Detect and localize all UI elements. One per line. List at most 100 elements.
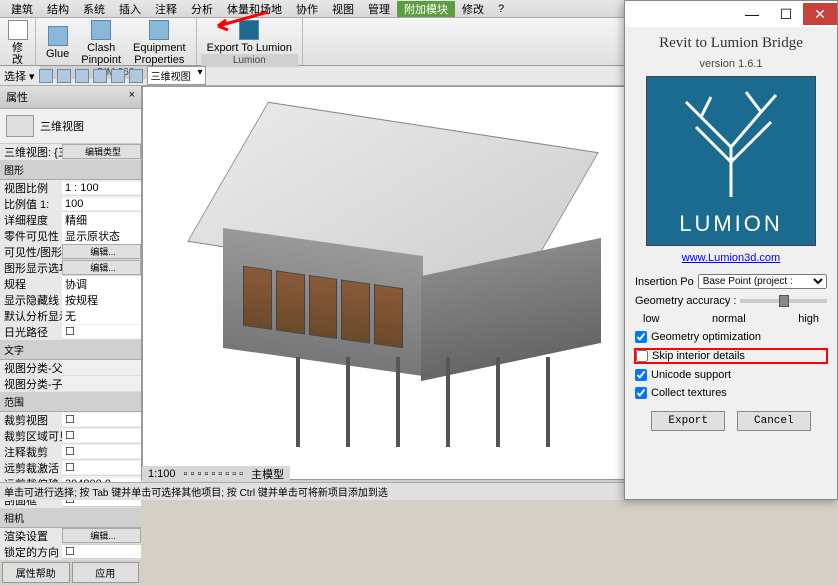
prop-value[interactable]: ☐ [62,461,141,474]
dialog-version: version 1.6.1 [700,58,763,70]
unicode-checkbox[interactable]: Unicode support [635,369,827,381]
prop-value[interactable]: 100 [62,198,141,210]
close-icon[interactable]: × [129,89,135,105]
glue-icon [48,26,68,46]
building-model [173,127,613,447]
cancel-button[interactable]: Cancel [737,411,811,431]
modify-button[interactable]: 修改 [2,20,34,66]
properties-header: 属性× [0,86,141,109]
prop-value[interactable]: 精细 [62,212,141,228]
tb-icon[interactable] [111,69,125,83]
model-tab[interactable]: 主模型 [251,466,284,482]
insertion-label: Insertion Po [635,276,694,288]
geometry-optimization-checkbox[interactable]: Geometry optimization [635,331,827,343]
select-dropdown[interactable]: 选择 ▾ [4,68,35,84]
prop-key: 日光路径 [0,324,62,340]
prop-value[interactable]: 按规程 [62,292,141,308]
section-extent: 范围 [0,392,141,412]
prop-key: 远剪裁激活 [0,460,62,476]
cursor-icon [8,20,28,40]
menu-struct[interactable]: 结构 [40,1,76,17]
tree-icon [661,87,801,197]
lumion-bridge-dialog: — ☐ ✕ Revit to Lumion Bridge version 1.6… [624,0,838,500]
props-help-button[interactable]: 属性帮助 [2,562,70,583]
prop-key: 可见性/图形替换 [0,244,62,260]
prop-key: 渲染设置 [0,528,62,544]
prop-value[interactable]: 显示原状态 [62,228,141,244]
view-control-bar: 1:100 ▫ ▫ ▫ ▫ ▫ ▫ ▫ ▫ ▫ 主模型 [142,466,290,482]
maximize-button[interactable]: ☐ [769,3,803,25]
apply-button[interactable]: 应用 [72,562,140,583]
glue-button[interactable]: Glue [40,26,75,60]
insertion-select[interactable]: Base Point (project : [698,274,827,289]
menu-annot[interactable]: 注释 [148,1,184,17]
properties-panel: 属性× 三维视图 三维视图: {三维}编辑类型 图形 视图比例1 : 100比例… [0,86,142,480]
tb-icon[interactable] [129,69,143,83]
export-to-lumion-button[interactable]: Export To Lumion [201,20,298,54]
lumion-logo: LUMION [646,76,816,246]
menu-modify[interactable]: 修改 [455,1,491,17]
ribbon-group-lumion: Lumion [201,54,298,67]
prop-key: 默认分析显示样式 [0,308,62,324]
prop-key: 规程 [0,276,62,292]
lumion-link[interactable]: www.Lumion3d.com [682,252,780,264]
tb-icon[interactable] [93,69,107,83]
minimize-button[interactable]: — [735,3,769,25]
prop-key: 裁剪区域可见 [0,428,62,444]
dialog-titlebar: — ☐ ✕ [625,1,837,27]
prop-value[interactable]: ☐ [62,445,141,458]
tb-icon[interactable] [57,69,71,83]
type-selector[interactable]: 三维视图 [0,109,141,144]
status-bar: 单击可进行选择; 按 Tab 键并单击可选择其他项目; 按 Ctrl 键并单击可… [0,482,624,500]
close-button[interactable]: ✕ [803,3,837,25]
prop-key: 显示隐藏线 [0,292,62,308]
tb-icon[interactable] [75,69,89,83]
type-thumb-icon [6,115,34,137]
menu-view[interactable]: 视图 [325,1,361,17]
scale-display[interactable]: 1:100 [148,468,176,480]
menu-arch[interactable]: 建筑 [4,1,40,17]
prop-value[interactable]: ☐ [62,429,141,442]
prop-value[interactable]: 无 [62,308,141,324]
tb-icon[interactable] [39,69,53,83]
prop-key: 视图比例 [0,180,62,196]
section-camera: 相机 [0,508,141,528]
prop-key: 注释裁剪 [0,444,62,460]
menu-help[interactable]: ? [491,3,511,15]
menu-analyze[interactable]: 分析 [184,1,220,17]
prop-value[interactable]: ☐ [62,545,141,558]
view-dropdown[interactable]: 三维视图 [147,66,206,85]
prop-value[interactable]: 编辑... [62,244,141,259]
lumion-icon [239,20,259,40]
prop-key: 视图分类-子 [0,376,62,392]
prop-key: 详细程度 [0,212,62,228]
accuracy-label: Geometry accuracy : [635,295,736,307]
prop-value[interactable]: 编辑... [62,528,141,543]
menu-manage[interactable]: 管理 [361,1,397,17]
prop-key: 视图分类-父 [0,360,62,376]
tick-low: low [643,313,660,325]
prop-key: 比例值 1: [0,196,62,212]
equipment-icon [149,20,169,40]
clash-button[interactable]: ClashPinpoint [75,20,127,66]
menu-mass[interactable]: 体量和场地 [220,1,289,17]
prop-value[interactable]: 编辑... [62,260,141,275]
menu-addins[interactable]: 附加模块 [397,1,455,17]
textures-checkbox[interactable]: Collect textures [635,387,827,399]
prop-value[interactable]: ☐ [62,325,141,338]
menu-collab[interactable]: 协作 [289,1,325,17]
skip-interior-checkbox[interactable]: Skip interior details [635,349,827,363]
accuracy-slider[interactable] [740,299,827,303]
edit-type-button[interactable]: 编辑类型 [62,144,141,159]
menu-insert[interactable]: 插入 [112,1,148,17]
export-button[interactable]: Export [651,411,725,431]
prop-value[interactable]: 协调 [62,276,141,292]
dialog-title: Revit to Lumion Bridge [659,35,803,52]
section-graphics: 图形 [0,160,141,180]
prop-key: 图形显示选项 [0,260,62,276]
section-text: 文字 [0,340,141,360]
equipment-button[interactable]: EquipmentProperties [127,20,192,66]
prop-value[interactable]: ☐ [62,413,141,426]
menu-sys[interactable]: 系统 [76,1,112,17]
prop-value[interactable]: 1 : 100 [62,182,141,194]
